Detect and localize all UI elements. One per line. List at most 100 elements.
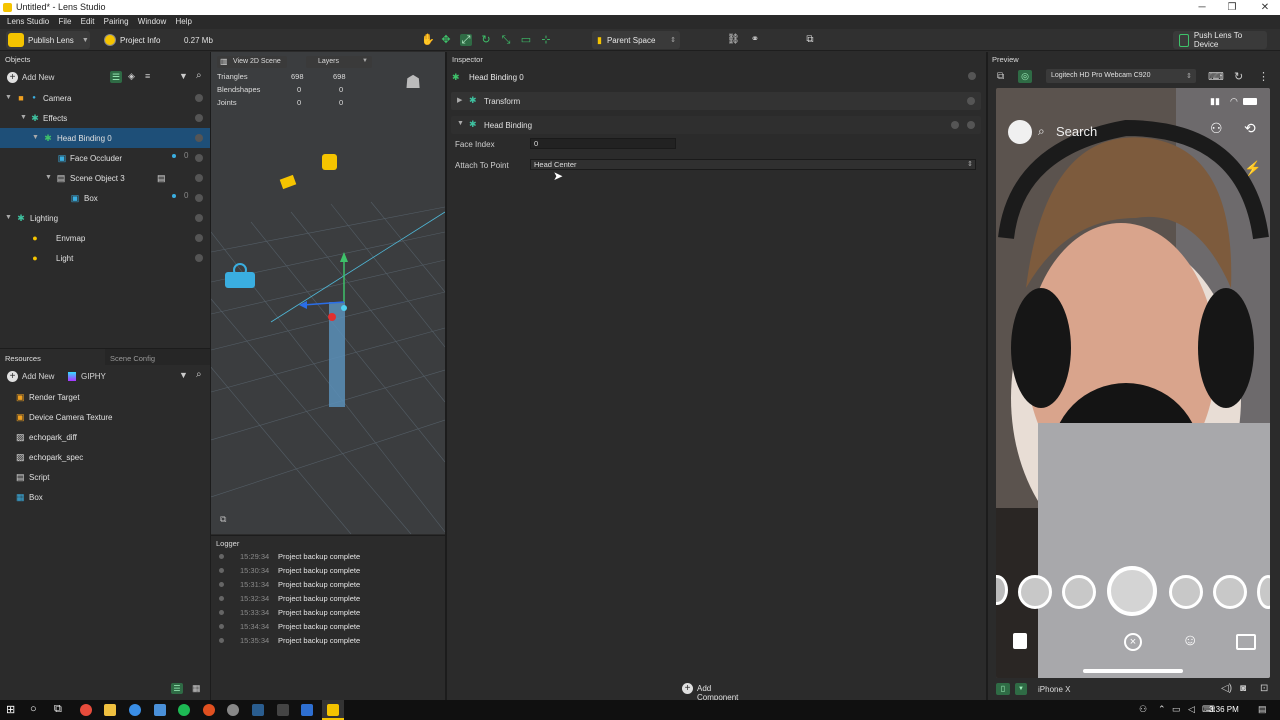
steam-icon[interactable] xyxy=(252,704,264,716)
tree-item-scene-object-3[interactable]: ▼ ▤ Scene Object 3 ▤ xyxy=(0,168,210,188)
filter-icon[interactable]: ▼ xyxy=(179,71,188,81)
settings-icon[interactable] xyxy=(967,121,975,129)
resource-device-camera-texture[interactable]: ▣ Device Camera Texture xyxy=(0,407,210,427)
head-binding-section-header[interactable]: ▼ ✱ Head Binding xyxy=(451,116,981,134)
snap-search-label[interactable]: Search xyxy=(1056,124,1097,139)
visibility-icon[interactable] xyxy=(195,174,203,182)
visibility-icon[interactable] xyxy=(195,94,203,102)
view-2d-scene-button[interactable]: ▥ View 2D Scene xyxy=(217,56,287,68)
settings-icon[interactable] xyxy=(967,97,975,105)
component-toggle-icon[interactable] xyxy=(951,121,959,129)
push-lens-to-device-button[interactable]: Push Lens To Device xyxy=(1173,31,1267,49)
list-view-icon[interactable]: ☰ xyxy=(110,71,122,83)
flip-camera-icon[interactable]: ⟲ xyxy=(1244,120,1256,137)
tree-item-envmap[interactable]: ● Envmap xyxy=(0,228,210,248)
notepad-icon[interactable] xyxy=(154,704,166,716)
face-lens-icon[interactable]: ☺ xyxy=(1182,632,1198,650)
windows-start-icon[interactable]: ⊞ xyxy=(6,703,15,716)
camera-frame-icon[interactable]: ⧉ xyxy=(220,514,226,525)
visibility-icon[interactable] xyxy=(195,114,203,122)
file-explorer-icon[interactable] xyxy=(104,704,116,716)
hand-tool-icon[interactable]: ✋ xyxy=(421,34,435,46)
phone-preview-screen[interactable]: ▮▮ ◠ ⌕ Search ⚇ ⟲ ⚡ × ☺ xyxy=(996,88,1270,678)
flash-off-icon[interactable]: ⚡ xyxy=(1244,160,1261,177)
transform-tool-icon[interactable]: ⤢ xyxy=(460,34,472,46)
lens-carousel-item[interactable] xyxy=(1213,575,1247,609)
interaction-icon[interactable]: ⌨ xyxy=(1208,70,1224,83)
close-button[interactable]: ✕ xyxy=(1250,0,1280,15)
task-view-icon[interactable]: ⧉ xyxy=(54,703,62,716)
rotate-tool-icon[interactable]: ↻ xyxy=(480,34,492,46)
capture-button[interactable] xyxy=(1107,566,1157,616)
menu-window[interactable]: Window xyxy=(138,17,166,26)
list-mode-icon[interactable]: ☰ xyxy=(171,683,183,694)
move-tool-icon[interactable]: ✥ xyxy=(440,34,452,46)
taskbar-search-icon[interactable]: ○ xyxy=(30,703,37,715)
pair-icon[interactable]: ⚭ xyxy=(749,34,761,46)
tray-arrow-icon[interactable]: ⌃ xyxy=(1158,704,1166,715)
network-icon[interactable]: ▭ xyxy=(1172,704,1181,715)
scene-viewport[interactable]: ▥ View 2D Scene Layers ▼ Triangles 698 6… xyxy=(211,52,445,534)
tree-item-lighting[interactable]: ▼ ✱ Lighting xyxy=(0,208,210,228)
camera-source-dropdown[interactable]: Logitech HD Pro Webcam C920 ⇕ xyxy=(1046,69,1196,83)
resource-echopark-diff[interactable]: ▨ echopark_diff xyxy=(0,427,210,447)
webcam-icon[interactable]: ◎ xyxy=(1018,70,1032,83)
notifications-icon[interactable]: ▤ xyxy=(1258,704,1267,715)
visibility-icon[interactable] xyxy=(195,254,203,262)
expand-arrow-icon[interactable]: ▼ xyxy=(457,120,464,127)
resource-script[interactable]: ▤ Script xyxy=(0,467,210,487)
search-icon[interactable]: ⌕ xyxy=(196,70,202,81)
link-icon[interactable]: ⛓ xyxy=(727,34,740,46)
profile-avatar[interactable] xyxy=(1008,120,1032,144)
tab-resources[interactable]: Resources xyxy=(0,349,105,365)
tree-item-face-occluder[interactable]: ▣ Face Occluder 0 xyxy=(0,148,210,168)
panel-divider[interactable] xyxy=(210,52,211,700)
object-settings-icon[interactable] xyxy=(968,72,976,80)
add-friend-icon[interactable]: ⚇ xyxy=(1210,120,1223,137)
face-index-input[interactable]: 0 xyxy=(530,138,676,149)
tree-item-camera[interactable]: ▼ ■ ● Camera xyxy=(0,88,210,108)
visibility-icon[interactable] xyxy=(195,134,203,142)
collapse-all-icon[interactable]: ≡ xyxy=(145,71,150,81)
settings-icon[interactable] xyxy=(227,704,239,716)
lens-carousel-item[interactable] xyxy=(1062,575,1096,609)
lens-carousel-item[interactable] xyxy=(1169,575,1203,609)
filter-icon[interactable]: ▼ xyxy=(179,370,188,380)
expand-arrow-icon[interactable]: ▶ xyxy=(457,96,462,104)
add-new-resource-button[interactable]: + Add New xyxy=(5,371,55,383)
people-icon[interactable]: ⚇ xyxy=(1139,704,1147,715)
add-component-button[interactable]: + Add Component xyxy=(680,683,754,702)
menu-help[interactable]: Help xyxy=(175,17,191,26)
layers-dropdown[interactable]: Layers ▼ xyxy=(306,56,372,68)
search-icon[interactable]: ⌕ xyxy=(196,369,202,380)
snap-tool-icon[interactable]: ⊹ xyxy=(540,34,552,46)
giphy-button[interactable]: GIPHY xyxy=(66,371,106,383)
memories-icon[interactable] xyxy=(1013,633,1027,649)
tree-item-box[interactable]: ▣ Box 0 xyxy=(0,188,210,208)
minimize-button[interactable]: ─ xyxy=(1187,0,1217,15)
volume-tray-icon[interactable]: ◁ xyxy=(1188,704,1195,715)
menu-edit[interactable]: Edit xyxy=(81,17,95,26)
chevron-down-icon[interactable]: ▼ xyxy=(1015,683,1027,695)
add-new-object-button[interactable]: + Add New xyxy=(5,72,55,84)
expand-arrow-icon[interactable]: ▼ xyxy=(20,114,27,121)
obs-icon[interactable] xyxy=(203,704,215,716)
inspector-object-name[interactable]: Head Binding 0 xyxy=(469,73,524,82)
taskbar-clock[interactable]: 3:36 PM xyxy=(1209,705,1239,714)
device-frame-icon[interactable]: ▯ xyxy=(996,683,1010,695)
visibility-icon[interactable] xyxy=(195,154,203,162)
more-options-icon[interactable]: ⋮ xyxy=(1258,70,1269,83)
tab-scene-config[interactable]: Scene Config xyxy=(105,349,210,365)
grid-mode-icon[interactable]: ▦ xyxy=(192,683,201,694)
app-icon[interactable] xyxy=(277,704,289,716)
maximize-button[interactable]: ❐ xyxy=(1217,0,1247,15)
camera-capture-icon[interactable]: ◙ xyxy=(1240,683,1246,694)
volume-icon[interactable]: ◁) xyxy=(1221,683,1232,694)
project-info-button[interactable]: Project Info xyxy=(104,31,170,49)
scale-tool-icon[interactable]: ⤡ xyxy=(500,34,512,46)
chevron-down-icon[interactable]: ▼ xyxy=(82,37,89,44)
reset-preview-icon[interactable]: ↻ xyxy=(1234,70,1243,83)
spotify-icon[interactable] xyxy=(178,704,190,716)
publish-lens-button[interactable]: Publish Lens ▼ xyxy=(6,31,90,49)
attach-to-point-dropdown[interactable]: Head Center ⇕ xyxy=(530,159,976,170)
